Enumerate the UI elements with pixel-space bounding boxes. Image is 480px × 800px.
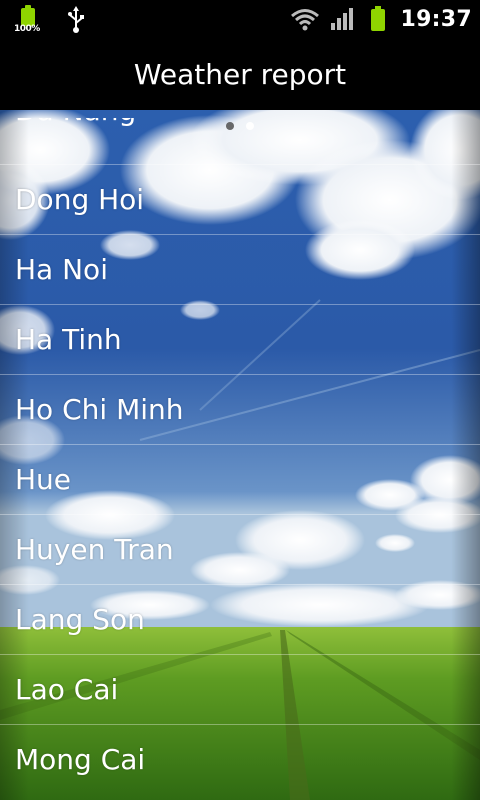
battery-icon xyxy=(371,6,386,31)
title-bar: Weather report xyxy=(0,38,480,110)
clock: 19:37 xyxy=(400,6,472,32)
city-list: Dong Hoi Ha Noi Ha Tinh Ho Chi Minh Hue … xyxy=(0,164,480,794)
list-item[interactable]: Hue xyxy=(0,444,480,514)
city-list-pane[interactable]: Da Nang Dong Hoi Ha Noi Ha Tinh Ho Chi M… xyxy=(0,110,480,800)
city-label: Hue xyxy=(15,463,72,496)
city-label: Huyen Tran xyxy=(15,533,174,566)
city-label-partial: Da Nang xyxy=(15,118,315,127)
list-item-partial[interactable]: Da Nang xyxy=(15,118,315,158)
city-label: Mong Cai xyxy=(15,743,146,776)
wifi-icon xyxy=(291,9,320,31)
status-bar: 100% 19:37 xyxy=(0,0,480,38)
list-item[interactable]: Lao Cai xyxy=(0,654,480,724)
city-label: Ha Tinh xyxy=(15,323,122,356)
battery-charging-icon: 100% xyxy=(12,4,46,34)
list-item[interactable]: Ha Tinh xyxy=(0,304,480,374)
signal-icon xyxy=(331,8,354,30)
list-item[interactable]: Lang Son xyxy=(0,584,480,654)
city-label: Lang Son xyxy=(15,603,145,636)
page-title: Weather report xyxy=(133,57,347,91)
list-item[interactable]: Dong Hoi xyxy=(0,164,480,234)
usb-icon xyxy=(68,6,84,33)
list-item[interactable]: Mong Cai xyxy=(0,724,480,794)
city-label: Ho Chi Minh xyxy=(15,393,184,426)
battery-percent-label: 100% xyxy=(14,24,40,34)
city-label: Dong Hoi xyxy=(15,183,145,216)
list-item[interactable]: Ha Noi xyxy=(0,234,480,304)
city-label: Ha Noi xyxy=(15,253,108,286)
list-item[interactable]: Ho Chi Minh xyxy=(0,374,480,444)
list-item[interactable]: Huyen Tran xyxy=(0,514,480,584)
city-label: Lao Cai xyxy=(15,673,119,706)
